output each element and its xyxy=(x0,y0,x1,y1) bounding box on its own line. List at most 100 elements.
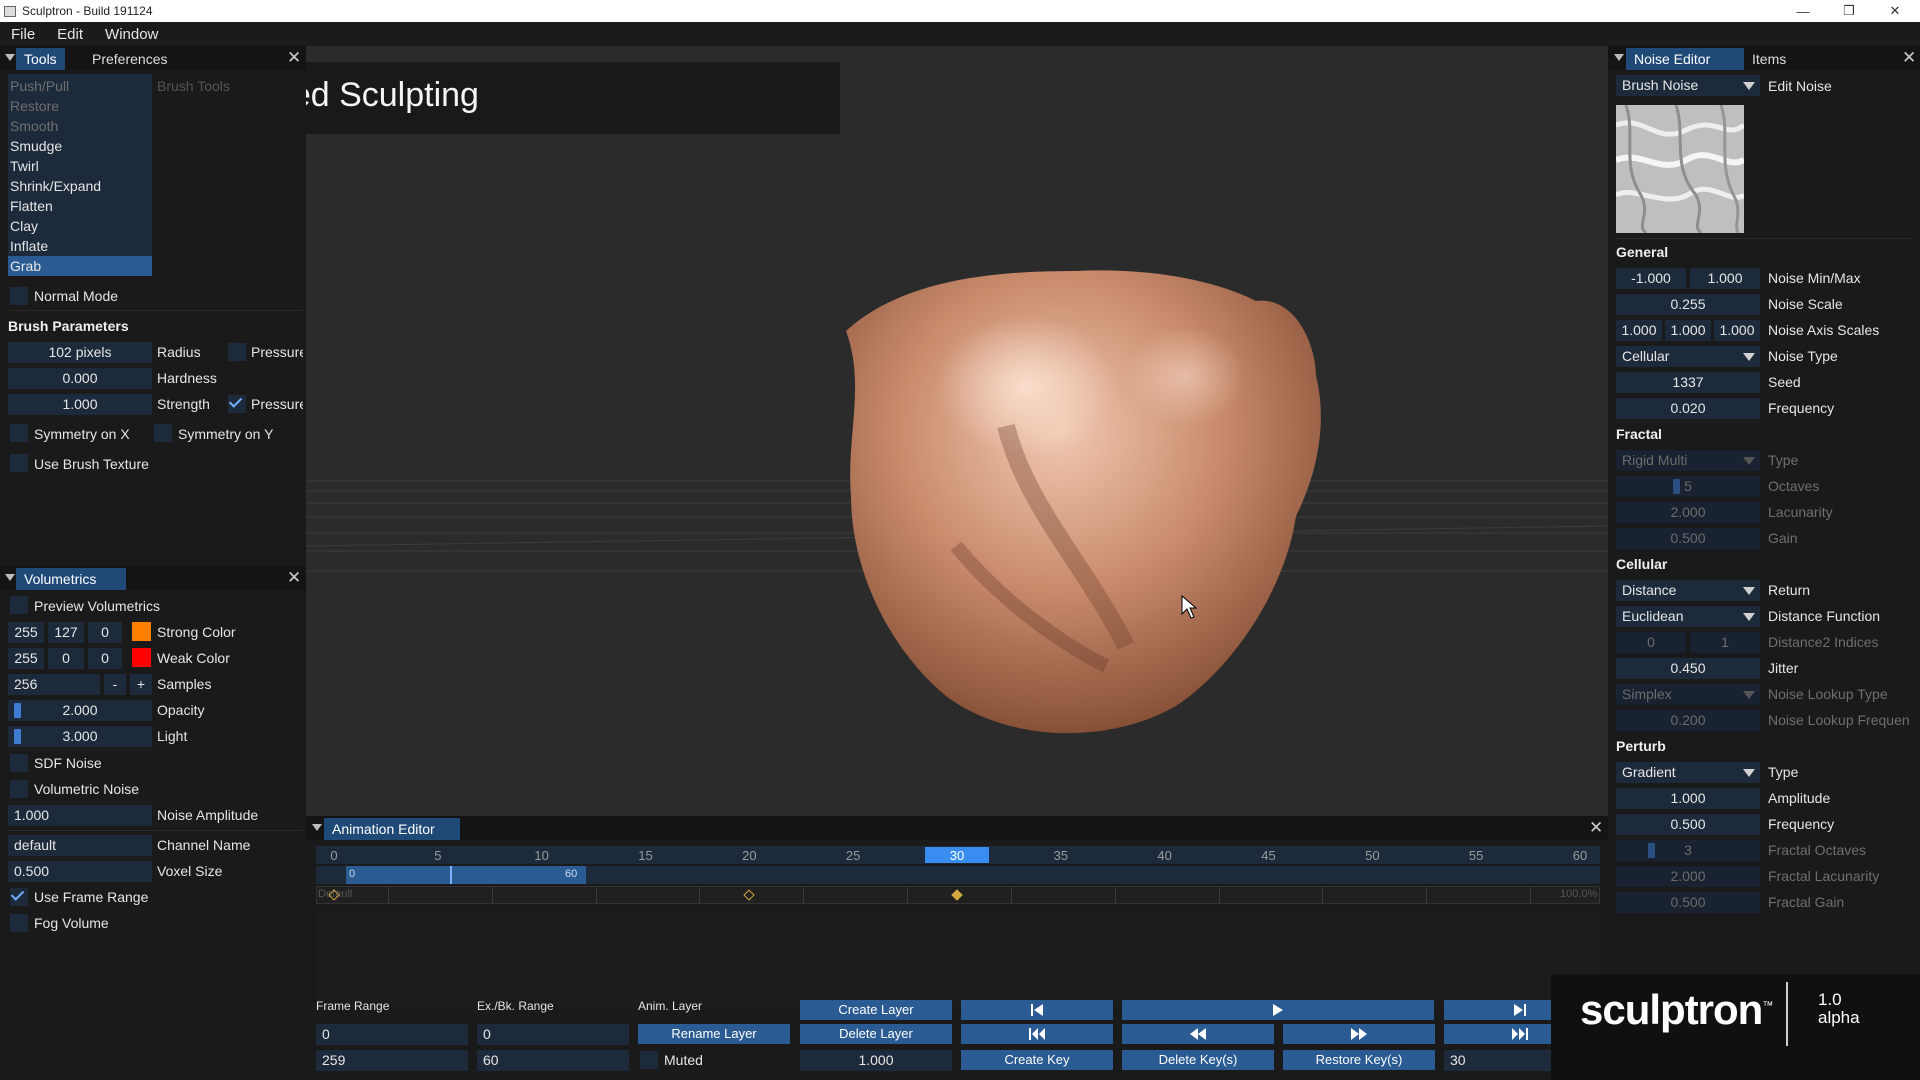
perturb-type-dropdown[interactable]: Gradient xyxy=(1616,762,1760,783)
sdf-noise-checkbox[interactable] xyxy=(10,754,28,772)
seed-field[interactable]: 1337 xyxy=(1616,372,1760,393)
menu-edit[interactable]: Edit xyxy=(46,26,94,43)
tool-grab[interactable]: Grab xyxy=(10,258,41,274)
jitter-field[interactable]: 0.450 xyxy=(1616,658,1760,679)
weak-g-field[interactable]: 0 xyxy=(48,648,84,669)
strength-pressure-checkbox[interactable] xyxy=(228,394,246,413)
close-icon[interactable]: ✕ xyxy=(287,568,301,588)
create-layer-button[interactable]: Create Layer xyxy=(800,1000,952,1020)
close-icon[interactable]: ✕ xyxy=(1902,48,1916,68)
collapse-triangle-icon[interactable] xyxy=(312,824,322,831)
strength-field[interactable]: 1.000 xyxy=(8,394,152,415)
tool-inflate[interactable]: Inflate xyxy=(10,238,48,254)
noise-type-dropdown[interactable]: Cellular xyxy=(1616,346,1760,367)
tool-flatten[interactable]: Flatten xyxy=(10,198,53,214)
strong-b-field[interactable]: 0 xyxy=(88,622,122,643)
tab-preferences[interactable]: Preferences xyxy=(84,48,175,70)
fog-volume-checkbox[interactable] xyxy=(10,914,28,932)
tab-noise-editor[interactable]: Noise Editor xyxy=(1626,48,1744,70)
fractal-lacunarity-field[interactable]: 2.000 xyxy=(1616,866,1760,887)
step-back-button[interactable] xyxy=(1122,1024,1274,1044)
tool-smudge[interactable]: Smudge xyxy=(10,138,62,154)
fractal-type-dropdown[interactable]: Rigid Multi xyxy=(1616,450,1760,471)
exbk-end-field[interactable]: 60 xyxy=(477,1050,629,1071)
gain-field[interactable]: 0.500 xyxy=(1616,528,1760,549)
close-icon[interactable]: ✕ xyxy=(287,48,301,68)
minimize-icon[interactable]: — xyxy=(1780,0,1826,22)
symmetry-x-checkbox[interactable] xyxy=(10,424,28,442)
axis-scale-z-field[interactable]: 1.000 xyxy=(1714,320,1760,341)
menu-window[interactable]: Window xyxy=(94,26,169,43)
previous-key-button[interactable] xyxy=(961,1024,1113,1044)
strong-color-swatch[interactable] xyxy=(132,622,151,641)
distance-function-dropdown[interactable]: Euclidean xyxy=(1616,606,1760,627)
use-frame-range-checkbox[interactable] xyxy=(10,887,28,906)
light-slider-handle[interactable] xyxy=(14,729,21,744)
symmetry-y-checkbox[interactable] xyxy=(154,424,172,442)
lookup-type-dropdown[interactable]: Simplex xyxy=(1616,684,1760,705)
noise-min-field[interactable]: -1.000 xyxy=(1616,268,1686,289)
collapse-triangle-icon[interactable] xyxy=(5,574,15,581)
fractal-octaves-slider[interactable]: 3 xyxy=(1616,840,1760,861)
range-bar[interactable] xyxy=(346,866,586,884)
frame-range-start-field[interactable]: 0 xyxy=(316,1024,468,1045)
weak-b-field[interactable]: 0 xyxy=(88,648,122,669)
exbk-start-field[interactable]: 0 xyxy=(477,1024,629,1045)
samples-field[interactable]: 256 xyxy=(8,674,100,695)
brush-noise-dropdown[interactable]: Brush Noise xyxy=(1616,75,1760,96)
fractal-octaves-slider-handle[interactable] xyxy=(1648,843,1655,858)
noise-max-field[interactable]: 1.000 xyxy=(1690,268,1760,289)
frame-range-end-field[interactable]: 259 xyxy=(316,1050,468,1071)
strong-g-field[interactable]: 127 xyxy=(48,622,84,643)
tab-items[interactable]: Items xyxy=(1744,48,1794,70)
radius-field[interactable]: 102 pixels xyxy=(8,342,152,363)
brush-texture-checkbox[interactable] xyxy=(10,454,28,472)
samples-plus-button[interactable]: + xyxy=(130,674,152,695)
tool-shrink-expand[interactable]: Shrink/Expand xyxy=(10,178,101,194)
close-icon[interactable]: ✕ xyxy=(1589,818,1603,838)
tab-animation-editor[interactable]: Animation Editor xyxy=(324,818,460,840)
light-slider[interactable]: 3.000 xyxy=(8,726,152,747)
samples-minus-button[interactable]: - xyxy=(104,674,126,695)
delete-keys-button[interactable]: Delete Key(s) xyxy=(1122,1050,1274,1070)
hardness-field[interactable]: 0.000 xyxy=(8,368,152,389)
muted-checkbox[interactable] xyxy=(640,1051,658,1069)
preview-volumetrics-checkbox[interactable] xyxy=(10,596,28,614)
menu-file[interactable]: File xyxy=(0,26,46,43)
lacunarity-field[interactable]: 2.000 xyxy=(1616,502,1760,523)
strong-r-field[interactable]: 255 xyxy=(8,622,44,643)
octaves-slider[interactable]: 5 xyxy=(1616,476,1760,497)
tool-twirl[interactable]: Twirl xyxy=(10,158,39,174)
amplitude-field[interactable]: 1.000 xyxy=(1616,788,1760,809)
tool-restore[interactable]: Restore xyxy=(10,98,59,114)
frequency-field[interactable]: 0.020 xyxy=(1616,398,1760,419)
lookup-frequency-field[interactable]: 0.200 xyxy=(1616,710,1760,731)
layer-weight-field[interactable]: 1.000 xyxy=(800,1050,952,1071)
noise-amplitude-field[interactable]: 1.000 xyxy=(8,805,152,826)
restore-keys-button[interactable]: Restore Key(s) xyxy=(1283,1050,1435,1070)
tab-tools[interactable]: Tools xyxy=(16,48,65,70)
rename-layer-button[interactable]: Rename Layer xyxy=(638,1024,790,1044)
go-to-start-button[interactable] xyxy=(961,1000,1113,1020)
create-key-button[interactable]: Create Key xyxy=(961,1050,1113,1070)
fractal-gain-field[interactable]: 0.500 xyxy=(1616,892,1760,913)
tab-volumetrics[interactable]: Volumetrics xyxy=(16,568,126,590)
axis-scale-x-field[interactable]: 1.000 xyxy=(1616,320,1662,341)
delete-layer-button[interactable]: Delete Layer xyxy=(800,1024,952,1044)
close-window-icon[interactable]: ✕ xyxy=(1872,0,1918,22)
tool-smooth[interactable]: Smooth xyxy=(10,118,58,134)
noise-scale-field[interactable]: 0.255 xyxy=(1616,294,1760,315)
channel-name-field[interactable]: default xyxy=(8,835,152,856)
collapse-triangle-icon[interactable] xyxy=(5,54,15,61)
perturb-frequency-field[interactable]: 0.500 xyxy=(1616,814,1760,835)
axis-scale-y-field[interactable]: 1.000 xyxy=(1665,320,1711,341)
curve-area[interactable] xyxy=(316,908,1600,1008)
tool-clay[interactable]: Clay xyxy=(10,218,38,234)
return-dropdown[interactable]: Distance xyxy=(1616,580,1760,601)
volumetric-noise-checkbox[interactable] xyxy=(10,780,28,798)
weak-r-field[interactable]: 255 xyxy=(8,648,44,669)
sculpt-viewport[interactable]: Animated Sculpting xyxy=(306,46,1608,816)
normal-mode-checkbox[interactable] xyxy=(10,287,28,305)
distance2-index-a-field[interactable]: 0 xyxy=(1616,632,1686,653)
weak-color-swatch[interactable] xyxy=(132,648,151,667)
